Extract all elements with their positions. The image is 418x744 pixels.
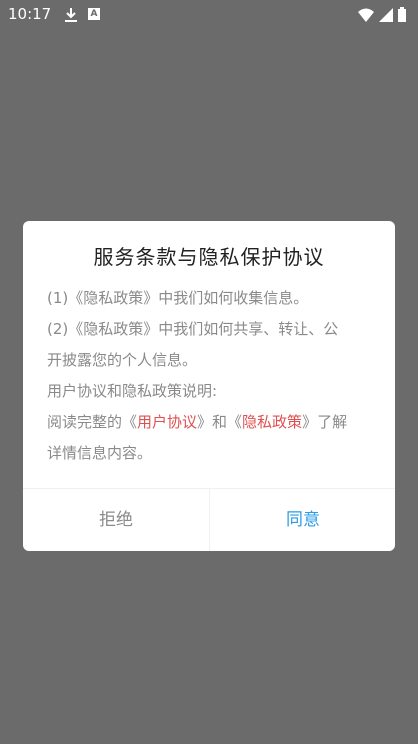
body-line-2b: 开披露您的个人信息。: [47, 351, 198, 369]
body-line-1: (1)《隐私政策》中我们如何收集信息。: [47, 289, 309, 307]
app-a-icon: A: [88, 8, 100, 20]
body-line-4: 阅读完整的《用户协议》和《隐私政策》了解: [47, 407, 377, 438]
body-line-2a: (2)《隐私政策》中我们如何共享、转让、公: [47, 320, 339, 338]
status-time: 10:17: [8, 5, 52, 23]
download-icon: [65, 8, 77, 22]
privacy-dialog: 服务条款与隐私保护协议 (1)《隐私政策》中我们如何收集信息。 (2)《隐私政策…: [23, 221, 395, 551]
privacy-policy-link[interactable]: 隐私政策: [242, 413, 302, 431]
battery-icon: [398, 7, 406, 22]
dialog-buttons: 拒绝 同意: [23, 488, 395, 551]
wifi-icon: [358, 8, 374, 22]
body-line-5: 详情信息内容。: [47, 444, 153, 462]
dialog-body: (1)《隐私政策》中我们如何收集信息。 (2)《隐私政策》中我们如何共享、转让、…: [47, 283, 377, 469]
reject-button[interactable]: 拒绝: [23, 489, 209, 551]
status-bar: 10:17 A: [0, 0, 418, 30]
signal-icon: [379, 8, 393, 22]
body-line-3: 用户协议和隐私政策说明:: [47, 382, 218, 400]
dialog-title: 服务条款与隐私保护协议: [93, 245, 325, 269]
line4-prefix: 阅读完整的《: [47, 413, 138, 431]
user-agreement-link[interactable]: 用户协议: [137, 413, 197, 431]
line4-suffix: 》了解: [302, 413, 348, 431]
line4-mid: 》和《: [197, 413, 243, 431]
agree-button[interactable]: 同意: [209, 489, 395, 551]
